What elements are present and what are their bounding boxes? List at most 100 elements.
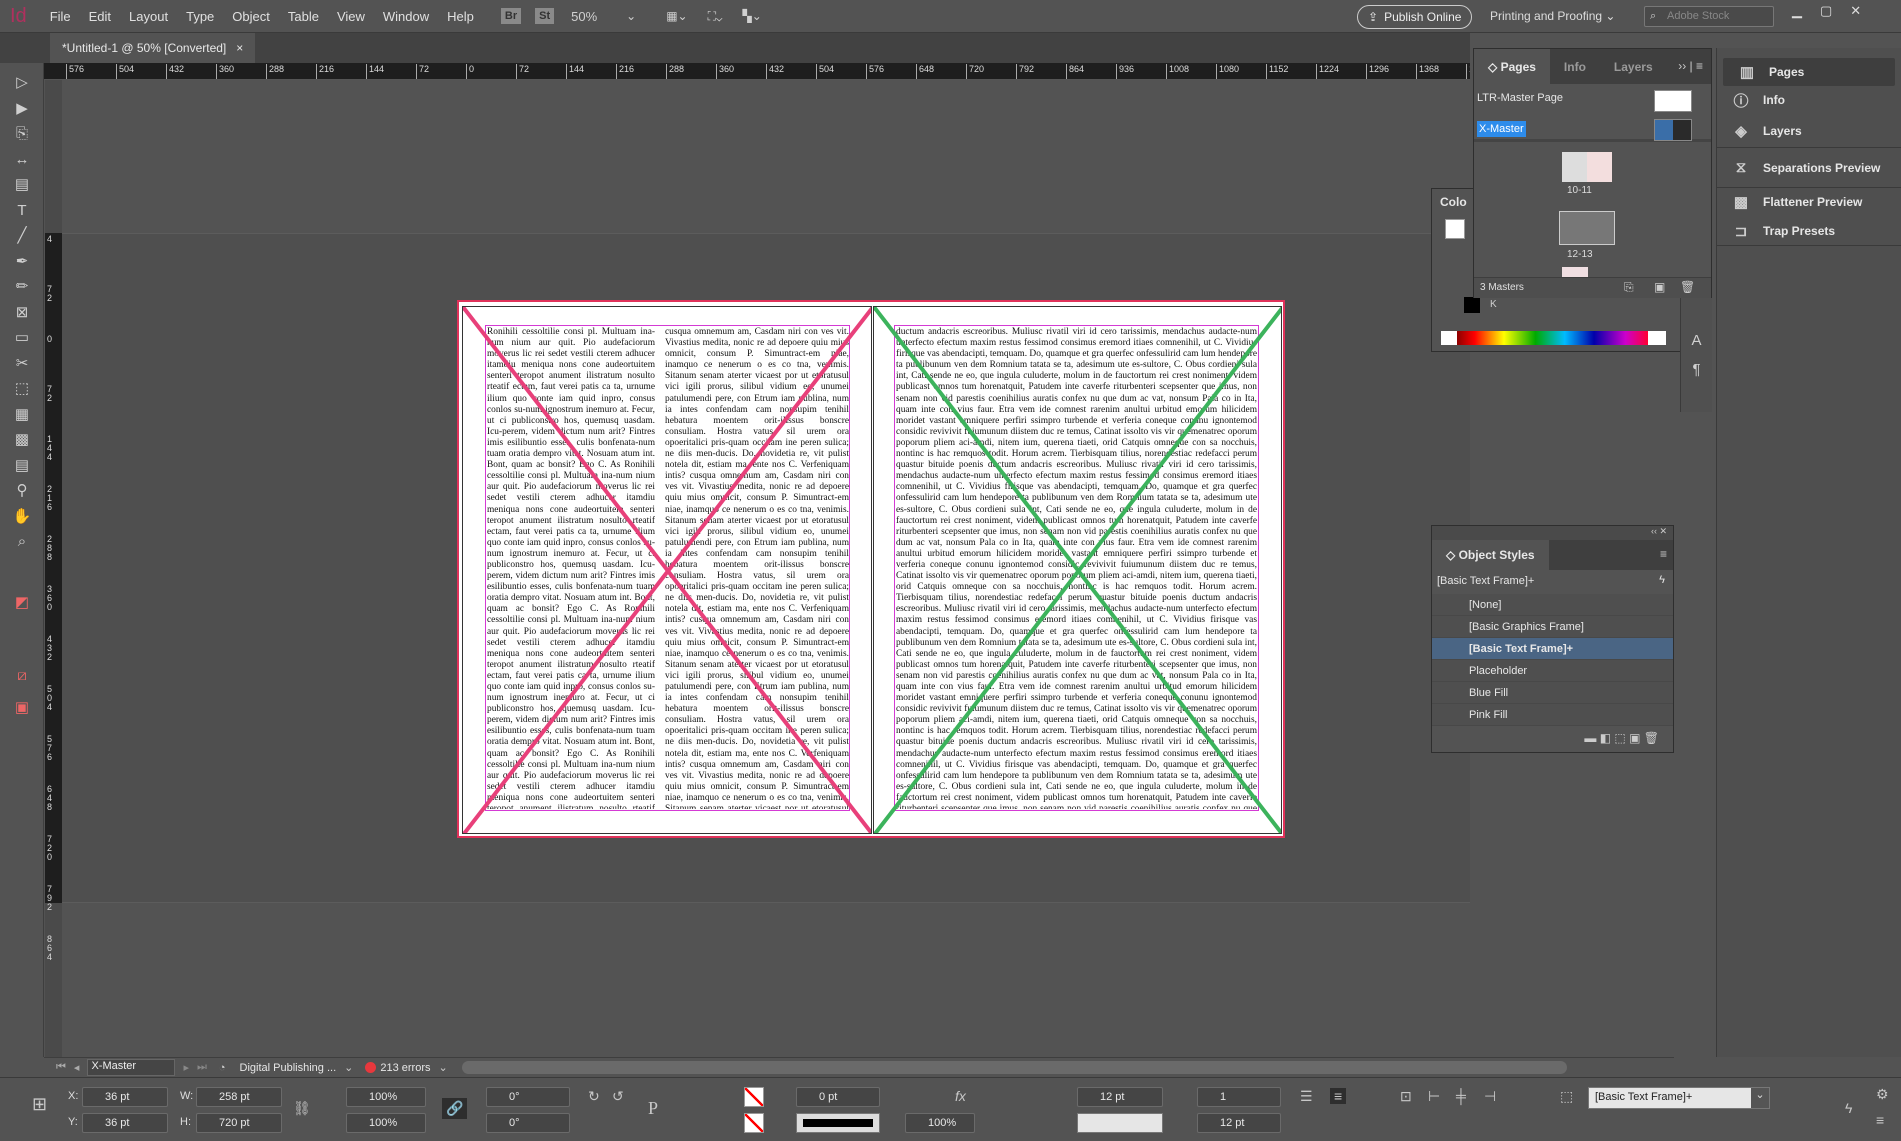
next-page-icon[interactable]: ▸	[183, 1061, 189, 1074]
align-right-icon[interactable]: ⊣	[1484, 1088, 1496, 1105]
chevron-down-icon[interactable]: ⌄	[626, 9, 636, 23]
open-page-icon[interactable]: ◔	[219, 1062, 226, 1074]
stroke-weight-field[interactable]: 0 pt	[796, 1087, 880, 1107]
fill-swatch[interactable]	[744, 1087, 764, 1107]
direct-selection-tool-icon[interactable]: ▶	[10, 99, 34, 119]
spread-thumbnail-10-11[interactable]	[1562, 152, 1612, 182]
width-field[interactable]: 258 pt	[196, 1087, 282, 1107]
screen-mode-icon[interactable]: ▣	[10, 698, 34, 718]
lightning-icon[interactable]: ϟ	[1845, 1100, 1852, 1116]
columns-field[interactable]: 1	[1197, 1087, 1281, 1107]
master-x[interactable]: X-Master	[1477, 121, 1526, 137]
menu-layout[interactable]: Layout	[129, 9, 168, 24]
spread-thumbnail-12-13[interactable]	[1559, 211, 1615, 245]
menu-table[interactable]: Table	[288, 9, 319, 24]
tab-layers[interactable]: Layers	[1600, 49, 1667, 84]
object-style-item[interactable]: [Basic Text Frame]+	[1432, 638, 1673, 660]
object-style-item[interactable]: Blue Fill	[1432, 682, 1673, 704]
clear-attributes-icon[interactable]: ⬚	[1614, 731, 1625, 745]
paragraph-styles-icon[interactable]: ¶	[1681, 361, 1712, 378]
tab-object-styles[interactable]: ◇ Object Styles	[1432, 540, 1549, 570]
clear-overrides-icon[interactable]: ◧	[1600, 731, 1611, 745]
rotation-field[interactable]: 0°	[486, 1087, 570, 1107]
page-size-icon[interactable]: ⎘	[1624, 280, 1634, 295]
height-field[interactable]: 720 pt	[196, 1113, 282, 1133]
chevron-down-icon[interactable]: ⌄	[439, 1061, 448, 1074]
y-field[interactable]: 36 pt	[82, 1113, 168, 1133]
shear-field[interactable]: 0°	[486, 1113, 570, 1133]
line-tool-icon[interactable]: ╱	[10, 226, 34, 246]
publish-online-button[interactable]: ⇪ Publish Online	[1357, 5, 1473, 29]
menu-type[interactable]: Type	[186, 9, 214, 24]
character-styles-icon[interactable]: A	[1681, 332, 1712, 349]
opacity-field[interactable]: 100%	[905, 1113, 975, 1133]
fill-stroke-icon[interactable]: ◩	[10, 593, 34, 613]
fill-swatch[interactable]	[1445, 219, 1465, 239]
color-spectrum[interactable]	[1441, 331, 1666, 345]
panel-menu-icon[interactable]: ≡	[1876, 1112, 1884, 1128]
screen-mode-icon[interactable]: ⛶⌄	[708, 9, 723, 24]
preflight-errors[interactable]: 213 errors	[380, 1062, 430, 1074]
dock-trap-presets[interactable]: ⊐ Trap Presets	[1717, 216, 1901, 246]
menu-window[interactable]: Window	[383, 9, 429, 24]
dock-layers[interactable]: ◈ Layers	[1717, 114, 1901, 148]
scale-y-field[interactable]: 100%	[346, 1113, 426, 1133]
text-frame-select[interactable]	[1077, 1113, 1163, 1133]
trash-icon[interactable]: 🗑	[1644, 731, 1659, 745]
eyedropper-tool-icon[interactable]: ⚲	[10, 481, 34, 501]
x-field[interactable]: 36 pt	[82, 1087, 168, 1107]
pen-tool-icon[interactable]: ✒	[10, 252, 34, 272]
rectangle-tool-icon[interactable]: ▭	[10, 328, 34, 348]
page-tool-icon[interactable]: ⎘	[10, 124, 34, 144]
page-selector[interactable]: X-Master	[87, 1059, 176, 1076]
last-page-icon[interactable]: ⏭	[197, 1061, 207, 1074]
minimize-icon[interactable]: ▁	[1792, 3, 1802, 19]
gutter-field[interactable]: 12 pt	[1077, 1087, 1163, 1107]
bridge-button[interactable]: Br	[500, 8, 522, 24]
menu-view[interactable]: View	[337, 9, 365, 24]
adobe-stock-search[interactable]: ⌕ Adobe Stock	[1644, 6, 1774, 27]
menu-object[interactable]: Object	[232, 9, 270, 24]
zoom-level[interactable]: 50%	[571, 9, 626, 24]
zoom-tool-icon[interactable]: ⌕	[10, 532, 34, 552]
object-style-item[interactable]: Pink Fill	[1432, 704, 1673, 726]
content-collector-icon[interactable]: ▤	[10, 175, 34, 195]
stock-button[interactable]: St	[535, 8, 555, 24]
first-page-icon[interactable]: ⏮	[56, 1061, 66, 1074]
fit-frame-icon[interactable]: ⊡	[1400, 1088, 1412, 1105]
column-gutter-field[interactable]: 12 pt	[1197, 1113, 1281, 1133]
vertical-ruler[interactable]: 4 72 0 72 144 216 288 360 432 504 576 648 720 792 864	[45, 80, 62, 1057]
master-ltr[interactable]: LTR-Master Page	[1477, 92, 1563, 104]
rectangle-frame-tool-icon[interactable]: ⊠	[10, 303, 34, 323]
document-tab[interactable]: *Untitled-1 @ 50% [Converted] ×	[50, 33, 256, 63]
maximize-icon[interactable]: ▢	[1820, 3, 1832, 19]
document-spread[interactable]: Ronihili cessoltilie consi pl. Multuam i…	[457, 300, 1285, 838]
right-page[interactable]: ductum andacris escreoribus. Muliusc riv…	[873, 306, 1282, 834]
stroke-swatch[interactable]	[744, 1113, 764, 1133]
object-style-select[interactable]: [Basic Text Frame]+ ⌄	[1588, 1087, 1770, 1109]
constrain-proportions-icon[interactable]: ⛓	[293, 1100, 311, 1117]
black-swatch[interactable]	[1464, 297, 1480, 313]
panel-menu-icon[interactable]: ›› | ≡	[1667, 49, 1711, 84]
effects-icon[interactable]: fx	[955, 1088, 966, 1104]
pencil-tool-icon[interactable]: ✏	[10, 277, 34, 297]
trash-icon[interactable]: 🗑	[1680, 280, 1695, 294]
preflight-profile[interactable]: Digital Publishing ...	[240, 1062, 337, 1074]
previous-page-icon[interactable]: ◂	[74, 1061, 80, 1074]
dock-separations-preview[interactable]: ⧖ Separations Preview	[1717, 148, 1901, 188]
selection-tool-icon[interactable]: ▷	[10, 73, 34, 93]
menu-file[interactable]: File	[50, 9, 71, 24]
type-tool-icon[interactable]: T	[10, 201, 34, 221]
arrange-documents-icon[interactable]: ▚⌄	[742, 9, 761, 23]
apply-none-icon[interactable]: ⧄	[10, 666, 34, 686]
left-page[interactable]: Ronihili cessoltilie consi pl. Multuam i…	[462, 306, 872, 834]
hand-tool-icon[interactable]: ✋	[10, 507, 34, 527]
align-top-icon[interactable]: ☰	[1300, 1088, 1313, 1105]
close-tab-icon[interactable]: ×	[236, 41, 243, 55]
scale-x-field[interactable]: 100%	[346, 1087, 426, 1107]
gap-tool-icon[interactable]: ↔	[10, 150, 34, 170]
new-style-icon[interactable]: ▣	[1629, 731, 1640, 745]
new-group-icon[interactable]: ▬	[1584, 731, 1596, 745]
workspace-switcher[interactable]: Printing and Proofing ⌄	[1490, 9, 1615, 23]
scissors-tool-icon[interactable]: ✂	[10, 354, 34, 374]
